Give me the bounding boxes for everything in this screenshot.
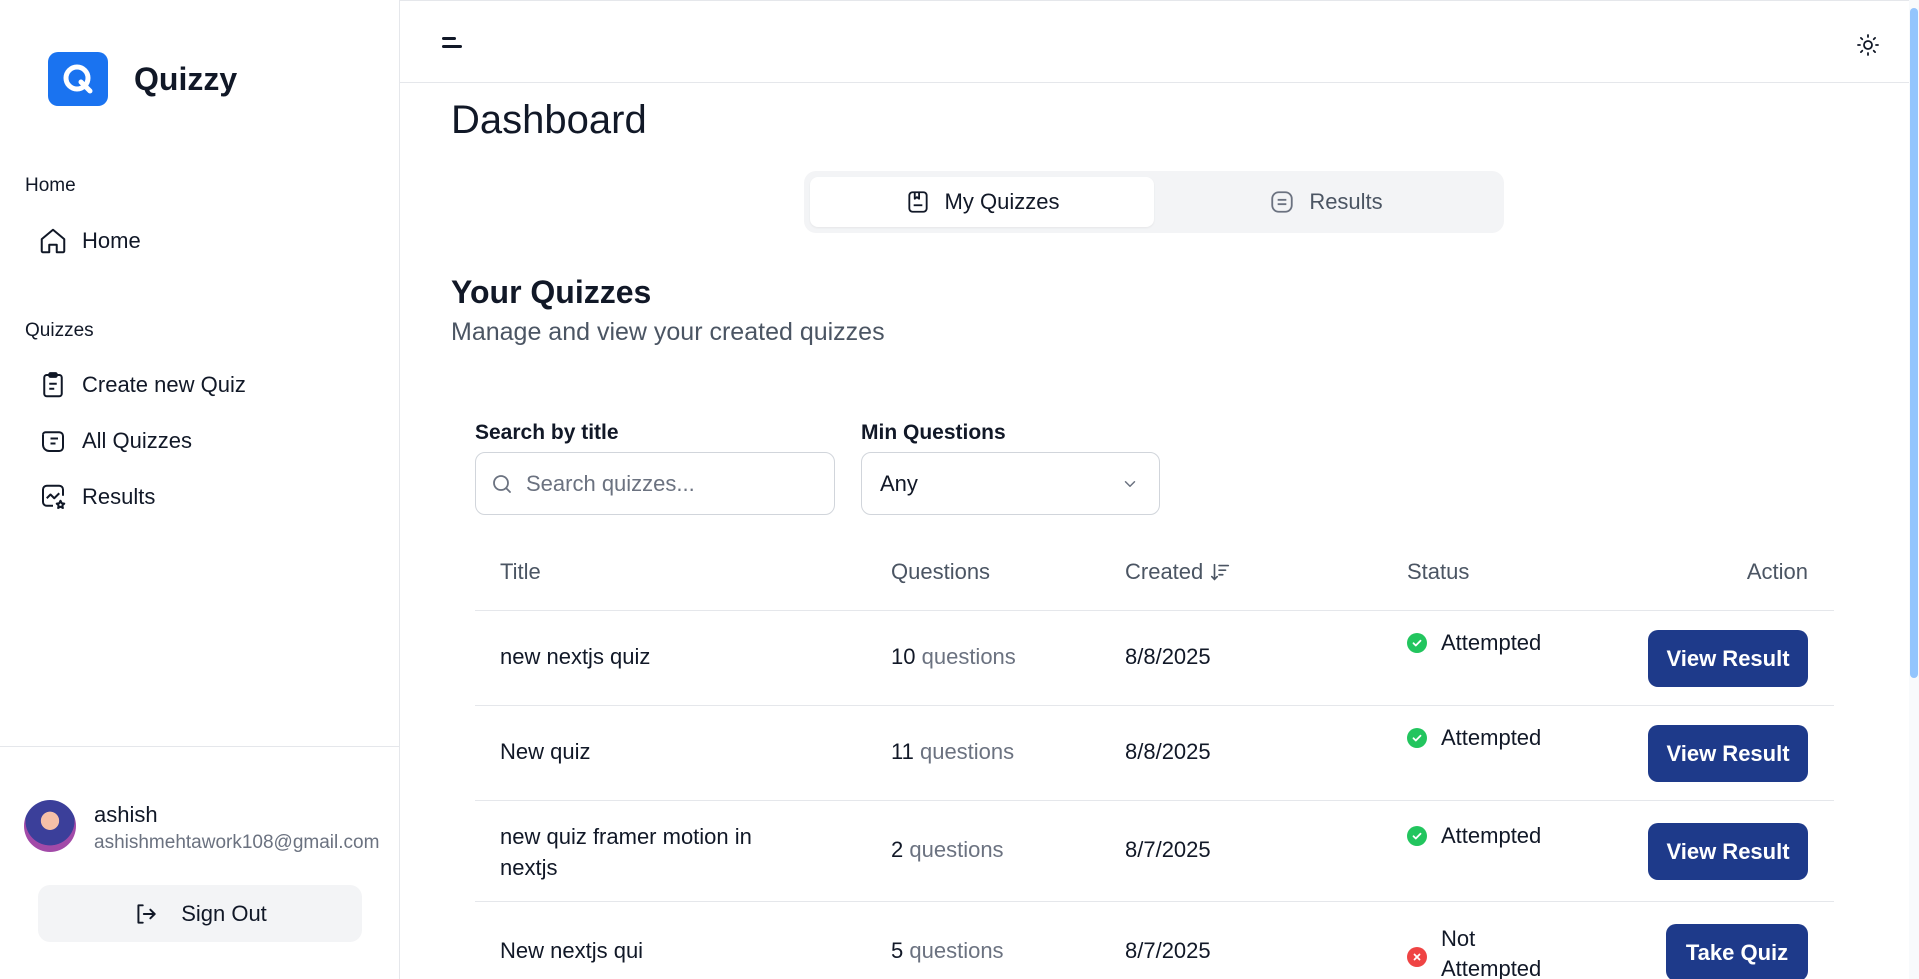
sidebar-item-create-quiz[interactable]: Create new Quiz xyxy=(30,363,370,407)
min-questions-label: Min Questions xyxy=(861,421,1006,444)
sign-out-button[interactable]: Sign Out xyxy=(38,885,362,942)
table-row: new nextjs quiz 10 questions 8/8/2025 At… xyxy=(475,611,1834,706)
search-box xyxy=(475,452,835,515)
clipboard-icon xyxy=(43,372,63,398)
view-result-button[interactable]: View Result xyxy=(1648,823,1808,880)
nav-group-label-home: Home xyxy=(25,175,76,196)
table-row: new quiz framer motion in nextjs 2 quest… xyxy=(475,801,1834,902)
min-questions-value: Any xyxy=(880,470,918,496)
sidebar-item-label: All Quizzes xyxy=(82,428,193,453)
main-content: Dashboard My Quizzes Results Your Quizze… xyxy=(400,84,1910,979)
header-status: Status xyxy=(1407,559,1470,584)
chart-badge-icon xyxy=(42,484,66,509)
take-quiz-button[interactable]: Take Quiz xyxy=(1666,924,1808,979)
avatar xyxy=(24,800,76,852)
sidebar-item-results[interactable]: Results xyxy=(30,475,370,519)
user-name: ashish xyxy=(94,802,158,827)
user-profile[interactable]: ashish ashishmehtawork108@gmail.com xyxy=(24,800,379,854)
status-badge: Not Attempted xyxy=(1407,924,1547,979)
header-title: Title xyxy=(500,559,541,584)
check-circle-icon xyxy=(1407,728,1427,748)
section-subtitle: Manage and view your created quizzes xyxy=(451,318,885,346)
quiz-title: New nextjs qui xyxy=(500,938,644,963)
page-title: Dashboard xyxy=(451,98,647,142)
sidebar-toggle-icon[interactable] xyxy=(442,37,464,53)
nav-group-label-quizzes: Quizzes xyxy=(25,320,94,341)
quiz-title: new nextjs quiz xyxy=(500,644,651,669)
quiz-title: New quiz xyxy=(500,739,591,764)
sidebar-item-label: Results xyxy=(82,484,156,509)
quiz-created-date: 8/7/2025 xyxy=(1125,837,1211,862)
quiz-created-date: 8/7/2025 xyxy=(1125,938,1211,963)
status-badge: Attempted xyxy=(1407,725,1541,751)
status-text: Attempted xyxy=(1441,630,1542,655)
view-result-button[interactable]: View Result xyxy=(1648,725,1808,782)
status-text: Attempted xyxy=(1441,823,1542,848)
sidebar-item-label: Home xyxy=(82,228,141,253)
chevron-down-icon xyxy=(1124,480,1136,487)
header-action: Action xyxy=(1746,559,1808,584)
check-circle-icon xyxy=(1407,633,1427,653)
quiz-stack-icon xyxy=(42,431,64,452)
quiz-title: new quiz framer motion in nextjs xyxy=(500,824,752,880)
quiz-created-date: 8/8/2025 xyxy=(1125,739,1211,764)
sort-descending-icon xyxy=(1211,563,1230,581)
list-box-icon xyxy=(1271,191,1293,213)
quiz-created-date: 8/8/2025 xyxy=(1125,644,1211,669)
search-label: Search by title xyxy=(475,421,619,444)
user-email: ashishmehtawork108@gmail.com xyxy=(94,832,380,853)
table-row: New nextjs qui 5 questions 8/7/2025 Not … xyxy=(475,902,1834,979)
quiz-question-count: 2 questions xyxy=(891,837,1004,862)
sidebar: Quizzy Home Home Quizzes Create new Quiz… xyxy=(0,0,400,979)
sidebar-item-label: Create new Quiz xyxy=(82,372,246,397)
sidebar-item-home[interactable]: Home xyxy=(30,219,370,263)
view-result-button[interactable]: View Result xyxy=(1648,630,1808,687)
search-icon xyxy=(493,474,511,493)
sidebar-divider xyxy=(0,746,400,747)
status-text: Attempted xyxy=(1441,725,1542,750)
tab-list: My Quizzes Results xyxy=(804,171,1504,233)
scrollbar-thumb[interactable] xyxy=(1910,8,1918,678)
logout-icon xyxy=(137,903,156,924)
tab-results[interactable]: Results xyxy=(1154,177,1498,227)
x-circle-icon xyxy=(1407,947,1427,967)
tab-label: My Quizzes xyxy=(944,189,1060,214)
page-scrollbar[interactable] xyxy=(1909,0,1919,979)
search-input[interactable] xyxy=(526,470,806,497)
quizzy-logo-icon xyxy=(48,52,108,106)
topbar xyxy=(400,0,1910,83)
app-name: Quizzy xyxy=(134,60,238,97)
sidebar-item-all-quizzes[interactable]: All Quizzes xyxy=(30,419,370,463)
quiz-question-count: 11 questions xyxy=(891,739,1015,764)
tab-my-quizzes[interactable]: My Quizzes xyxy=(810,177,1154,227)
min-questions-select[interactable]: Any xyxy=(861,452,1160,515)
home-icon xyxy=(40,228,66,254)
tab-label: Results xyxy=(1309,189,1383,214)
status-badge: Attempted xyxy=(1407,823,1541,849)
sign-out-label: Sign Out xyxy=(181,900,267,926)
quiz-question-count: 5 questions xyxy=(891,938,1004,963)
table-row: New quiz 11 questions 8/8/2025 Attempted… xyxy=(475,706,1834,801)
status-text: Not Attempted xyxy=(1441,926,1542,979)
sun-icon[interactable] xyxy=(1856,33,1880,62)
header-questions: Questions xyxy=(891,559,991,584)
check-circle-icon xyxy=(1407,826,1427,846)
quiz-table: Title Questions Created Status Action ne… xyxy=(475,529,1834,979)
status-badge: Attempted xyxy=(1407,630,1541,656)
section-title: Your Quizzes xyxy=(451,274,652,310)
header-created[interactable]: Created xyxy=(1125,559,1231,585)
table-header: Title Questions Created Status Action xyxy=(475,529,1834,611)
brand[interactable]: Quizzy xyxy=(48,52,237,106)
notebook-icon xyxy=(907,191,928,213)
quiz-question-count: 10 questions xyxy=(891,644,1016,669)
